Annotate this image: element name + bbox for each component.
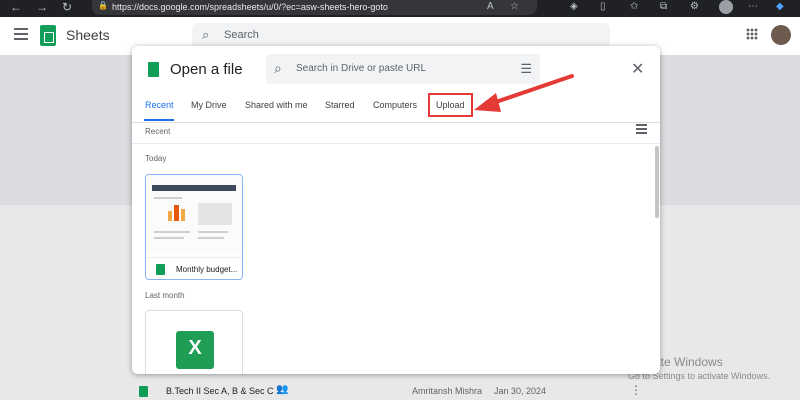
- split-screen-icon[interactable]: ▯: [600, 1, 606, 13]
- file-name: B.Tech II Sec A, B & Sec C: [166, 386, 274, 396]
- lock-icon: 🔒: [98, 1, 108, 10]
- address-bar[interactable]: 🔒 https://docs.google.com/spreadsheets/u…: [92, 0, 537, 15]
- active-tab-indicator: [144, 119, 174, 121]
- avatar[interactable]: [771, 25, 791, 45]
- search-icon: ⌕: [274, 60, 282, 76]
- file-owner: Amritansh Mishra: [412, 386, 483, 396]
- file-name: Monthly budget...: [176, 265, 238, 274]
- file-card[interactable]: Monthly budget...: [145, 174, 243, 280]
- shared-icon: 👥: [276, 384, 289, 395]
- back-icon[interactable]: ←: [10, 0, 22, 14]
- excel-file-icon: X: [176, 331, 214, 369]
- read-aloud-icon[interactable]: A: [487, 1, 494, 13]
- tabs-divider: [132, 122, 660, 123]
- recent-section-label: Recent: [145, 127, 171, 136]
- open-file-dialog: Open a file ⌕ Search in Drive or paste U…: [132, 46, 660, 374]
- file-thumbnail: [146, 175, 242, 253]
- tab-recent[interactable]: Recent: [145, 100, 174, 110]
- tab-starred[interactable]: Starred: [325, 100, 355, 110]
- apps-grid-icon[interactable]: [746, 28, 758, 40]
- file-card-footer: Monthly budget...: [146, 257, 242, 279]
- dialog-title: Open a file: [170, 61, 243, 78]
- list-view-icon[interactable]: [636, 124, 647, 134]
- url-text: https://docs.google.com/spreadsheets/u/0…: [112, 2, 388, 12]
- sheets-logo-icon: [148, 62, 159, 77]
- collections-icon[interactable]: ⧉: [660, 1, 667, 13]
- menu-icon[interactable]: [14, 28, 28, 40]
- tab-computers[interactable]: Computers: [373, 100, 417, 110]
- header-search-placeholder: Search: [224, 29, 259, 41]
- search-icon: ⌕: [202, 27, 210, 42]
- more-vert-icon[interactable]: ⋮: [630, 383, 642, 397]
- drive-search-placeholder: Search in Drive or paste URL: [296, 63, 427, 74]
- tab-shared-with-me[interactable]: Shared with me: [245, 100, 308, 110]
- excel-letter: X: [188, 337, 202, 359]
- favorites-icon[interactable]: ✩: [630, 1, 638, 13]
- sheets-logo-icon[interactable]: [40, 25, 56, 46]
- table-row[interactable]: B.Tech II Sec A, B & Sec C 👥 Amritansh M…: [0, 382, 800, 400]
- extensions-icon[interactable]: ⚙: [690, 1, 699, 13]
- tab-my-drive[interactable]: My Drive: [191, 100, 227, 110]
- sheets-file-icon: [156, 264, 165, 275]
- filter-options-icon[interactable]: ☰: [520, 61, 532, 77]
- upload-highlight-box: [428, 93, 473, 117]
- browser-toolbar: ← → ↻ 🔒 https://docs.google.com/spreadsh…: [0, 0, 800, 17]
- file-date: Jan 30, 2024: [494, 386, 547, 396]
- group-label-today: Today: [145, 154, 167, 163]
- copilot-icon[interactable]: ◆: [776, 1, 784, 13]
- app-name: Sheets: [66, 27, 110, 43]
- file-card[interactable]: X: [145, 310, 243, 374]
- more-menu-icon[interactable]: ⋯: [748, 1, 758, 13]
- extension-icon[interactable]: ◈: [570, 1, 578, 13]
- profile-icon[interactable]: [719, 0, 733, 14]
- content-divider: [132, 143, 660, 144]
- star-icon[interactable]: ☆: [510, 1, 519, 13]
- drive-search-input[interactable]: ⌕ Search in Drive or paste URL ☰: [266, 54, 540, 84]
- reload-icon[interactable]: ↻: [62, 0, 72, 14]
- forward-icon[interactable]: →: [36, 0, 48, 14]
- close-icon[interactable]: ✕: [631, 59, 644, 79]
- scrollbar[interactable]: [655, 146, 659, 218]
- sheets-file-icon: [139, 386, 148, 397]
- group-label-last-month: Last month: [145, 291, 185, 300]
